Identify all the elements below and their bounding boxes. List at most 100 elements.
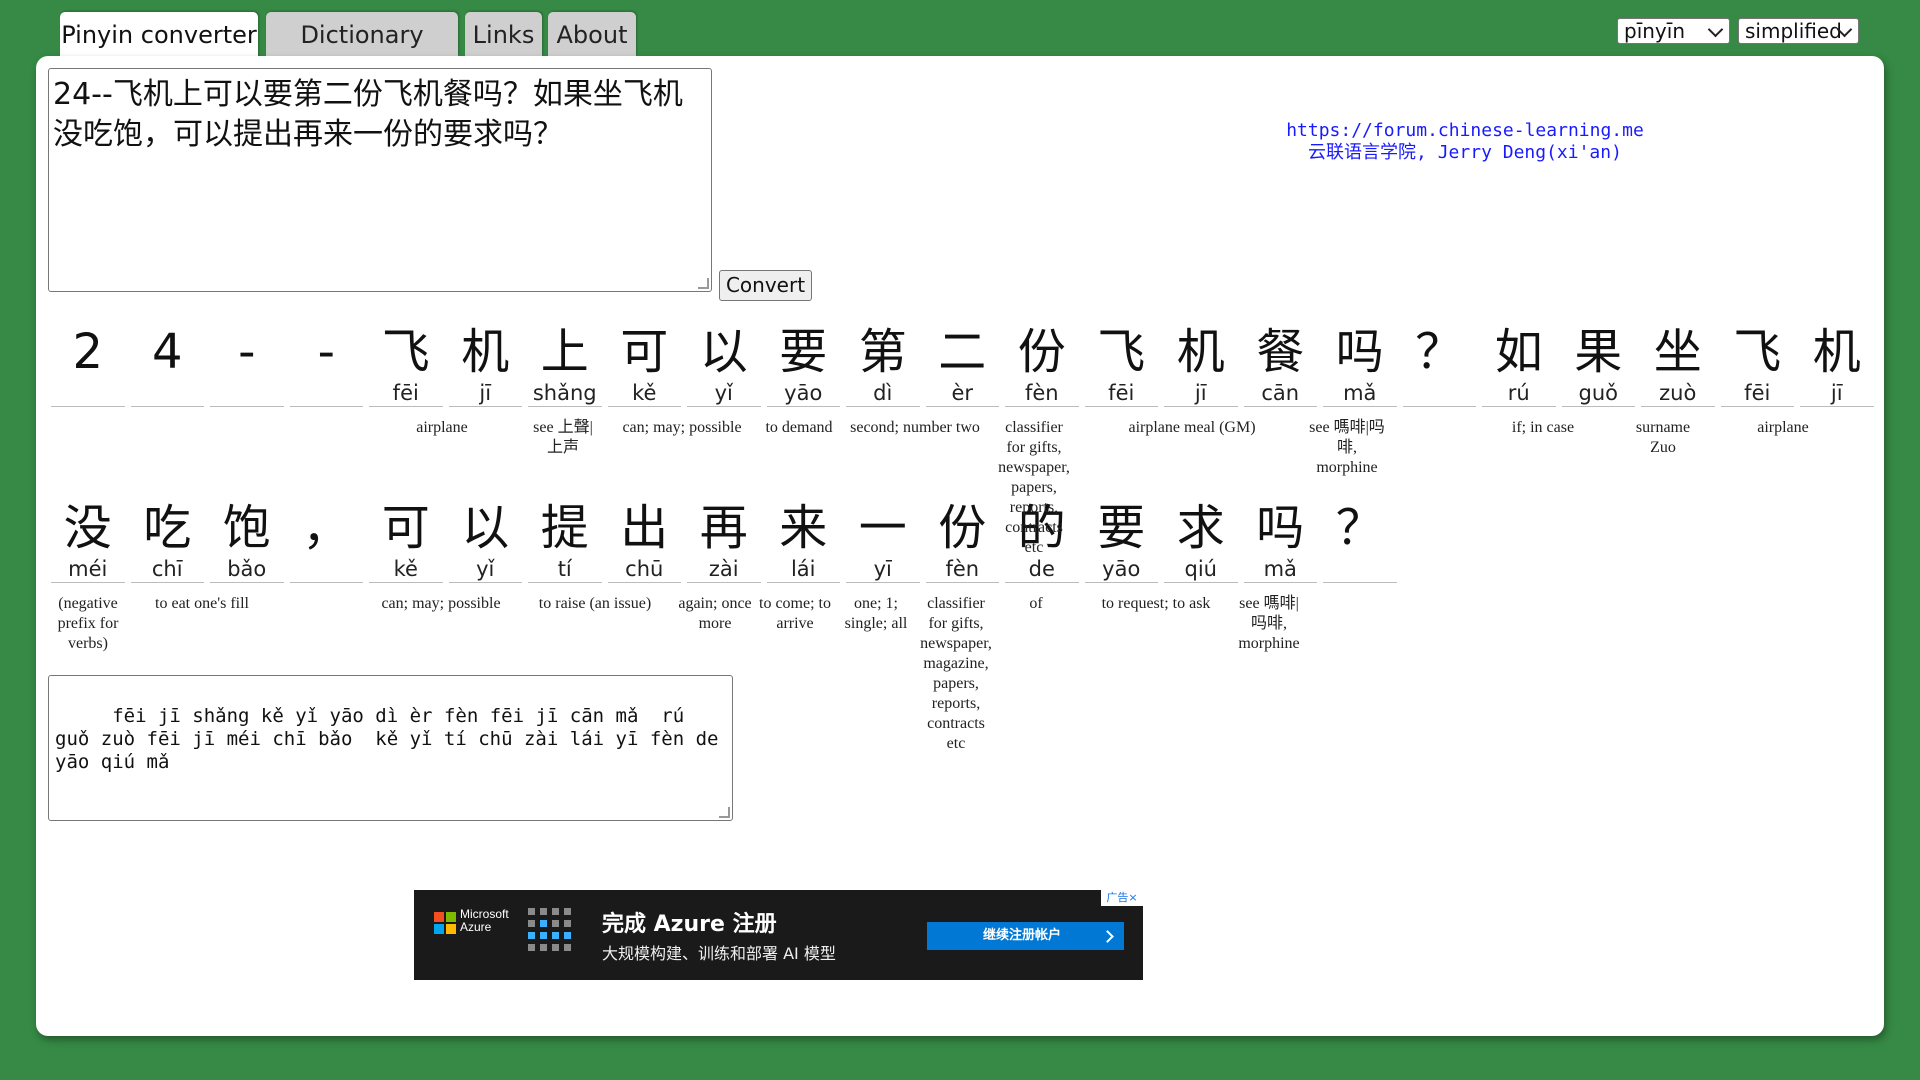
hanzi-char[interactable]: 二	[923, 324, 1003, 380]
hanzi-char[interactable]: 吗	[1320, 324, 1400, 380]
script-select[interactable]: simplified	[1738, 18, 1859, 44]
char-cell: 吗 mǎ	[1241, 500, 1321, 583]
hanzi-char[interactable]: 机	[446, 324, 526, 380]
char-cell: 份 fèn	[923, 500, 1003, 583]
hanzi-char[interactable]: 吃	[128, 500, 208, 556]
romanization-select[interactable]: pīnyīn	[1617, 18, 1730, 44]
char-cell: 饱 bǎo	[207, 500, 287, 583]
hanzi-char[interactable]: 出	[605, 500, 685, 556]
pinyin-syllable: mǎ	[1323, 380, 1397, 407]
hanzi-char[interactable]: 4	[128, 324, 208, 380]
pinyin-output-value: fēi jī shǎng kě yǐ yāo dì èr fèn fēi jī …	[55, 705, 730, 773]
pinyin-syllable: jī	[448, 380, 522, 407]
gloss: (negative prefix for verbs)	[57, 595, 119, 652]
hanzi-char[interactable]: 上	[525, 324, 605, 380]
hanzi-char[interactable]: -	[207, 324, 287, 380]
tab-links[interactable]: Links	[465, 12, 542, 56]
char-cell: 机 jī	[1797, 324, 1877, 407]
pinyin-syllable: fēi	[1720, 380, 1794, 407]
hanzi-char[interactable]: 再	[684, 500, 764, 556]
gloss: can; may; possible	[622, 419, 742, 436]
gloss: to request; to ask	[1101, 595, 1211, 612]
pinyin-output[interactable]: fēi jī shǎng kě yǐ yāo dì èr fèn fēi jī …	[48, 675, 733, 821]
char-cell: 坐 zuò	[1638, 324, 1718, 407]
char-cell: 没 méi	[48, 500, 128, 583]
gloss: one; 1; single; all	[844, 595, 908, 632]
hanzi-char[interactable]: 飞	[1082, 324, 1162, 380]
tab-pinyin-converter[interactable]: Pinyin converter	[60, 12, 258, 58]
char-cell: 果 guǒ	[1559, 324, 1639, 407]
hanzi-char[interactable]: -	[287, 324, 367, 380]
pinyin-syllable: jī	[1164, 380, 1238, 407]
hanzi-char[interactable]: ？	[1400, 324, 1480, 380]
hanzi-char[interactable]: 果	[1559, 324, 1639, 380]
hanzi-char[interactable]: 以	[446, 500, 526, 556]
char-cell: 提 tí	[525, 500, 605, 583]
hanzi-char[interactable]: 要	[764, 324, 844, 380]
romanization-select-value: pīnyīn	[1624, 19, 1685, 43]
hanzi-char[interactable]: 第	[843, 324, 923, 380]
hanzi-char[interactable]: 没	[48, 500, 128, 556]
hanzi-char[interactable]: 餐	[1241, 324, 1321, 380]
gloss: to come; to arrive	[759, 595, 831, 632]
hanzi-char[interactable]: 飞	[1718, 324, 1798, 380]
gloss: second; number two	[850, 419, 980, 436]
hanzi-char[interactable]: 饱	[207, 500, 287, 556]
hanzi-char[interactable]: 要	[1082, 500, 1162, 556]
resize-handle-icon[interactable]	[719, 807, 730, 818]
hanzi-char[interactable]: 机	[1161, 324, 1241, 380]
gloss: see 嗎啡|吗啡, morphine	[1309, 419, 1385, 476]
chinese-text-input[interactable]: 24--飞机上可以要第二份飞机餐吗？如果坐飞机没吃饱，可以提出再来一份的要求吗？	[48, 68, 712, 292]
hanzi-char[interactable]: 可	[605, 324, 685, 380]
char-cell: 飞 fēi	[1718, 324, 1798, 407]
hanzi-char[interactable]: 份	[1002, 324, 1082, 380]
char-cell: 2	[48, 324, 128, 407]
hanzi-char[interactable]: 如	[1479, 324, 1559, 380]
ad-choices-icon[interactable]: 广告×	[1101, 890, 1143, 906]
char-cell: 求 qiú	[1161, 500, 1241, 583]
pinyin-syllable: èr	[925, 380, 999, 407]
ad-banner[interactable]: Microsoft Azure 完成 Azure 注册 大规模构建、训练和部署 …	[414, 890, 1143, 980]
pinyin-syllable: fèn	[925, 556, 999, 583]
hanzi-char[interactable]: 吗	[1241, 500, 1321, 556]
hanzi-char[interactable]: 可	[366, 500, 446, 556]
hanzi-char[interactable]: 来	[764, 500, 844, 556]
char-cell: 机 jī	[1161, 324, 1241, 407]
convert-button[interactable]: Convert	[719, 270, 812, 301]
char-cell: 如 rú	[1479, 324, 1559, 407]
char-cell: 上 shǎng	[525, 324, 605, 407]
char-cell: -	[207, 324, 287, 407]
gloss: classifier for gifts, newspaper, magazin…	[920, 595, 992, 752]
tab-dictionary[interactable]: Dictionary	[266, 12, 458, 56]
hanzi-char[interactable]: 提	[525, 500, 605, 556]
gloss: airplane meal (GM)	[1128, 419, 1256, 436]
hanzi-char[interactable]: 飞	[366, 324, 446, 380]
pinyin-syllable: yāo	[766, 380, 840, 407]
grid-dots-icon	[528, 908, 582, 962]
tab-about[interactable]: About	[548, 12, 636, 56]
gloss: to eat one's fill	[155, 595, 249, 612]
hanzi-char[interactable]: 坐	[1638, 324, 1718, 380]
hanzi-char[interactable]: 机	[1797, 324, 1877, 380]
credit-block: https://forum.chinese-learning.me 云联语言学院…	[1200, 120, 1730, 164]
pinyin-syllable: zuò	[1641, 380, 1715, 407]
hanzi-char[interactable]: 2	[48, 324, 128, 380]
hanzi-char[interactable]: 份	[923, 500, 1003, 556]
ad-cta-button[interactable]: 继续注册帐户	[927, 922, 1124, 950]
char-cell: 要 yāo	[1082, 500, 1162, 583]
hanzi-char[interactable]: 求	[1161, 500, 1241, 556]
pinyin-syllable: rú	[1482, 380, 1556, 407]
pinyin-syllable	[210, 380, 284, 407]
forum-link[interactable]: https://forum.chinese-learning.me	[1200, 120, 1730, 142]
pinyin-syllable: lái	[766, 556, 840, 583]
pinyin-syllable: qiú	[1164, 556, 1238, 583]
hanzi-char[interactable]: ，	[287, 500, 367, 556]
hanzi-char[interactable]: 一	[843, 500, 923, 556]
resize-handle-icon[interactable]	[698, 278, 709, 289]
char-cell: 可 kě	[366, 500, 446, 583]
hanzi-char[interactable]: ？	[1320, 500, 1400, 556]
char-cell: 份 fèn	[1002, 324, 1082, 407]
hanzi-char[interactable]: 以	[684, 324, 764, 380]
char-cell: 吃 chī	[128, 500, 208, 583]
gloss: airplane	[1757, 419, 1809, 436]
